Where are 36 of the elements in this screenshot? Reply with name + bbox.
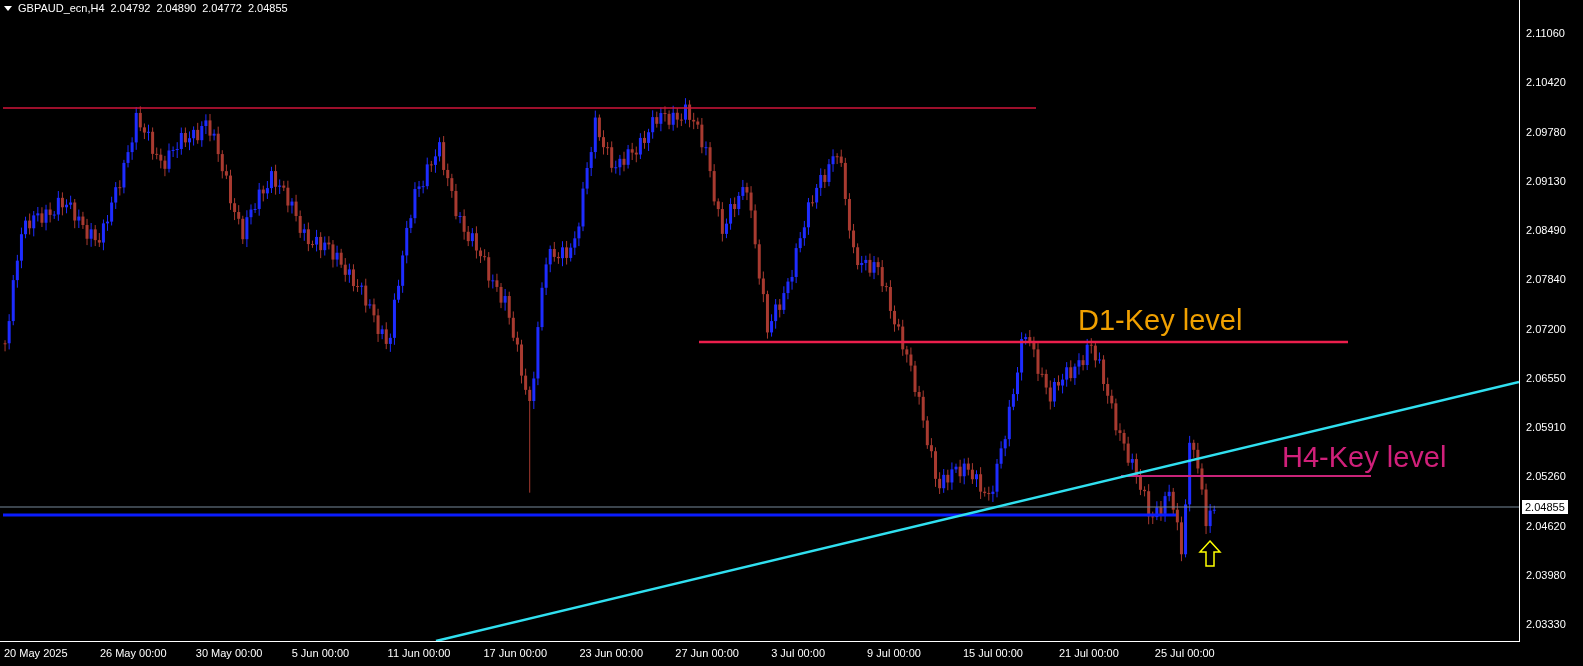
- price-label: 2.06550: [1526, 371, 1566, 385]
- up-arrow-icon: [1198, 539, 1222, 567]
- price-label: 2.09780: [1526, 125, 1566, 139]
- date-label: 9 Jul 00:00: [867, 647, 921, 659]
- date-label: 21 Jul 00:00: [1058, 647, 1119, 659]
- quote-value: 2.04890: [156, 2, 197, 14]
- current-price-label: 2.04855: [1522, 500, 1568, 514]
- price-label: 2.07200: [1526, 322, 1566, 336]
- price-label: 2.10420: [1526, 76, 1566, 90]
- key-level-label: D1-Key level: [1078, 304, 1243, 337]
- date-label: 26 May 00:00: [99, 647, 167, 659]
- price-label: 2.08490: [1526, 224, 1566, 237]
- date-label: 25 Jul 00:00: [1154, 647, 1215, 659]
- date-label: 30 May 00:00: [195, 647, 263, 659]
- price-label: 2.07840: [1526, 273, 1566, 287]
- key-level-label: H4-Key level: [1282, 441, 1447, 474]
- quote-value: 2.04792: [110, 2, 151, 14]
- price-label: 2.09130: [1526, 174, 1566, 188]
- date-label: 5 Jun 00:00: [291, 647, 350, 659]
- date-label: 23 Jun 00:00: [579, 647, 643, 659]
- quote-value: 2.04772: [202, 2, 242, 14]
- date-label: 15 Jul 00:00: [963, 647, 1023, 659]
- price-label: 2.04620: [1526, 519, 1566, 533]
- price-label: 2.05910: [1526, 421, 1566, 434]
- quote-value: 2.04855: [247, 2, 288, 14]
- price-label: 2.03330: [1526, 618, 1566, 631]
- symbol-label: GBPAUD_ecn,H4: [18, 2, 105, 14]
- dropdown-icon[interactable]: [4, 5, 12, 11]
- date-label: 3 Jul 00:00: [771, 647, 825, 659]
- price-label: 2.05260: [1526, 470, 1566, 484]
- date-label: 11 Jun 00:00: [387, 647, 451, 659]
- date-label: 17 Jun 00:00: [483, 647, 548, 659]
- date-label: 27 Jun 00:00: [675, 647, 739, 659]
- price-label: 2.11060: [1526, 27, 1565, 40]
- date-label: 20 May 2025: [4, 647, 68, 659]
- price-label: 2.03980: [1526, 568, 1566, 582]
